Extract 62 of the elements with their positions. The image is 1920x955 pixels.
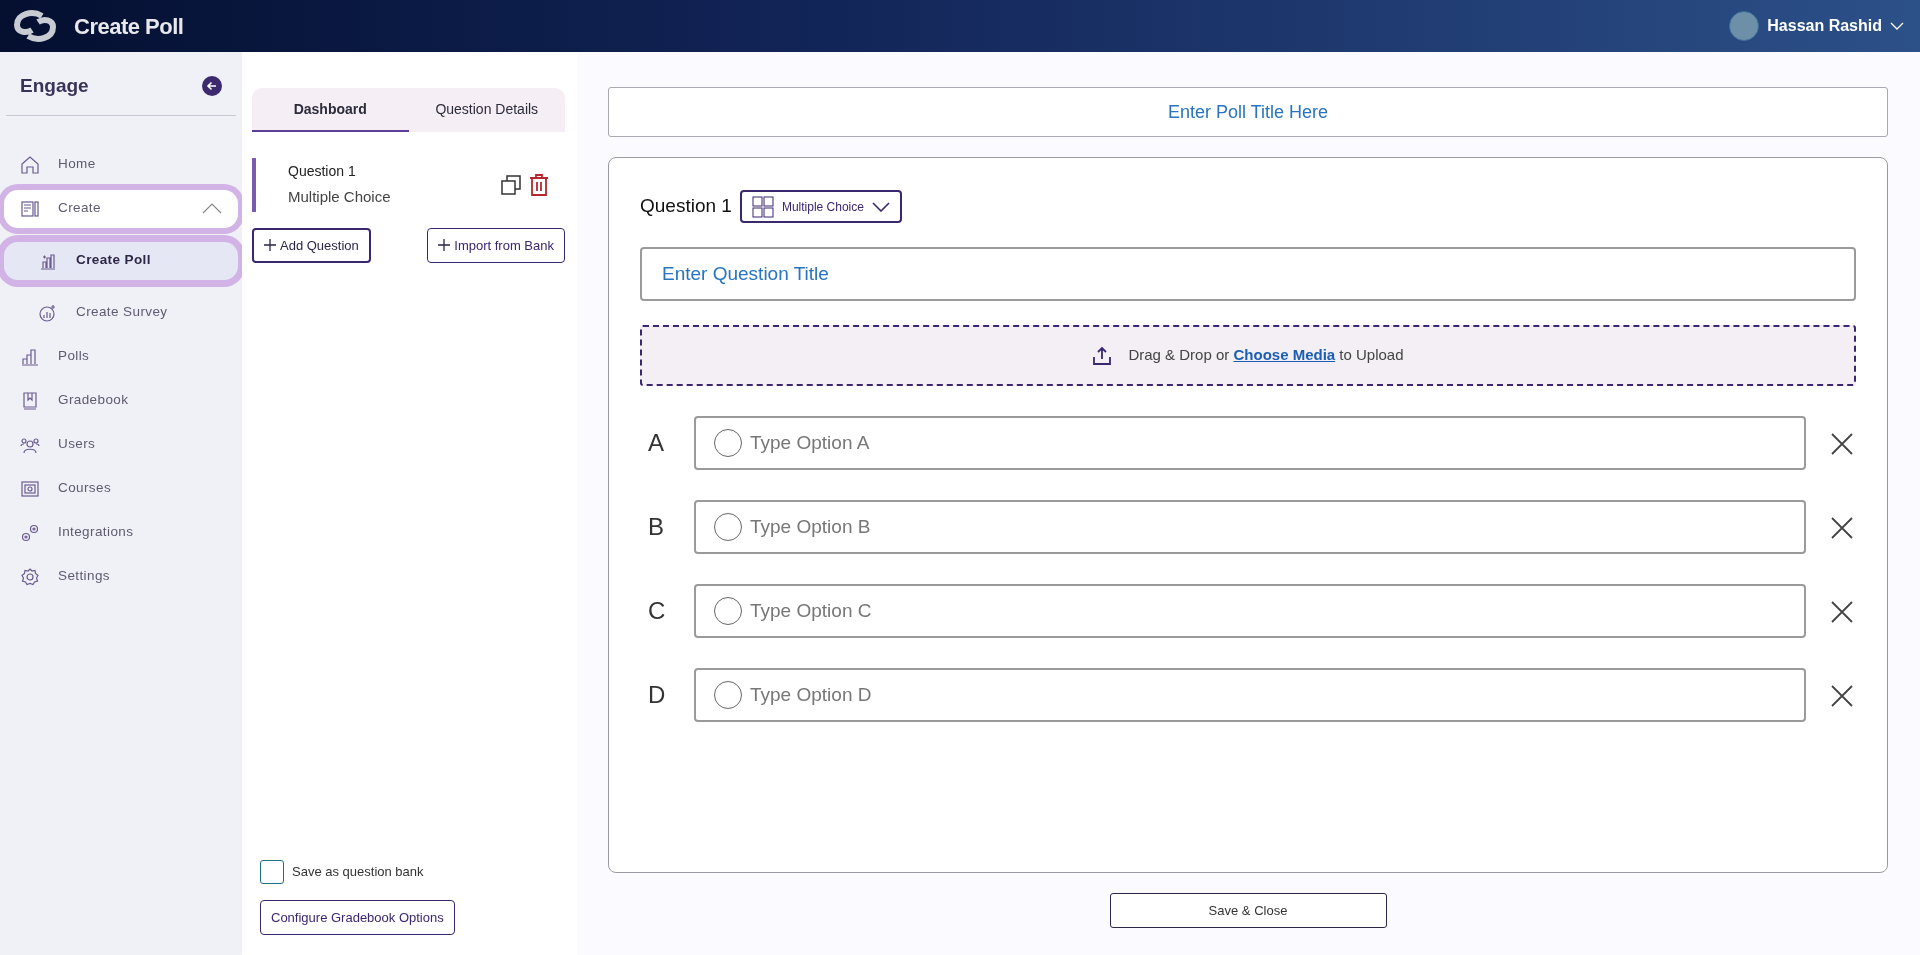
- configure-gradebook-button[interactable]: Configure Gradebook Options: [260, 900, 455, 935]
- option-input[interactable]: Type Option D: [748, 679, 1804, 711]
- page-title: Create Poll: [74, 12, 184, 41]
- home-icon: [20, 154, 40, 175]
- plus-icon: [438, 238, 451, 251]
- poll-title-field[interactable]: Enter Poll Title Here: [608, 87, 1888, 137]
- option-letter: A: [647, 428, 665, 458]
- upload-instructions: Drag & Drop or Choose Media to Upload: [1128, 345, 1404, 366]
- option-input[interactable]: Type Option B: [748, 511, 1804, 543]
- option-letter: D: [647, 680, 667, 710]
- checkbox[interactable]: [260, 860, 284, 884]
- sidebar-item[interactable]: Courses: [4, 469, 238, 508]
- option-field[interactable]: Type Option A: [694, 416, 1806, 470]
- question-title: Question 1: [288, 162, 357, 182]
- option-field[interactable]: Type Option C: [694, 584, 1806, 638]
- question-list-item[interactable]: Question 1 Multiple Choice: [252, 158, 565, 212]
- sidebar-item[interactable]: Settings: [4, 557, 238, 596]
- sidebar-item[interactable]: Users: [4, 425, 238, 464]
- collapse-button[interactable]: [202, 76, 222, 97]
- caret-icon: [871, 201, 890, 212]
- document-icon: [20, 198, 40, 219]
- chart-circle-icon: [38, 302, 58, 323]
- save-close-button[interactable]: Save & Close: [1109, 893, 1387, 928]
- sidebar-item[interactable]: Integrations: [4, 513, 238, 552]
- trash-icon[interactable]: [529, 174, 549, 196]
- option-field[interactable]: Type Option B: [694, 500, 1806, 554]
- gears-icon: [20, 522, 40, 543]
- question-type: Multiple Choice: [288, 187, 392, 208]
- copy-icon[interactable]: [501, 175, 521, 195]
- option-field[interactable]: Type Option D: [694, 668, 1806, 722]
- plus-icon: [264, 238, 276, 251]
- avatar: [1729, 11, 1760, 41]
- sidebar-item[interactable]: Create Survey: [4, 293, 238, 332]
- sidebar-item[interactable]: Polls: [4, 337, 238, 376]
- option-input[interactable]: Type Option C: [748, 595, 1804, 627]
- tab[interactable]: Dashboard: [252, 88, 409, 132]
- upload-icon: [1092, 345, 1113, 366]
- option-letter: C: [647, 596, 667, 626]
- choose-media-link[interactable]: Choose Media: [1233, 346, 1336, 364]
- question-label: Question 1: [640, 194, 732, 219]
- sidebar-item[interactable]: Home: [4, 145, 238, 184]
- tab[interactable]: Question Details: [408, 88, 565, 132]
- grid-icon: [751, 195, 774, 218]
- checkbox-label: Save as question bank: [292, 863, 424, 882]
- option-input[interactable]: Type Option A: [748, 427, 1804, 459]
- presentation-icon: [20, 478, 40, 499]
- logo-icon: [12, 8, 58, 44]
- sidebar-item[interactable]: Gradebook: [4, 381, 238, 420]
- sidebar-title: Engage: [20, 74, 89, 98]
- bar-chart-icon: [20, 346, 40, 367]
- caret-icon: [1890, 22, 1904, 30]
- arrow-left-icon: [206, 80, 218, 93]
- import-button[interactable]: Import from Bank: [427, 228, 565, 263]
- upload-dropzone[interactable]: Drag & Drop or Choose Media to Upload: [640, 325, 1856, 386]
- gear-icon: [20, 566, 40, 587]
- question-title-field[interactable]: Enter Question Title: [640, 247, 1856, 301]
- user-menu[interactable]: Hassan Rashid: [1729, 11, 1904, 41]
- question-type-dropdown[interactable]: Multiple Choice: [739, 190, 902, 223]
- add-question-button[interactable]: Add Question: [252, 228, 371, 263]
- option-letter: B: [647, 512, 665, 542]
- book-icon: [20, 390, 40, 411]
- caret-icon: [202, 203, 222, 214]
